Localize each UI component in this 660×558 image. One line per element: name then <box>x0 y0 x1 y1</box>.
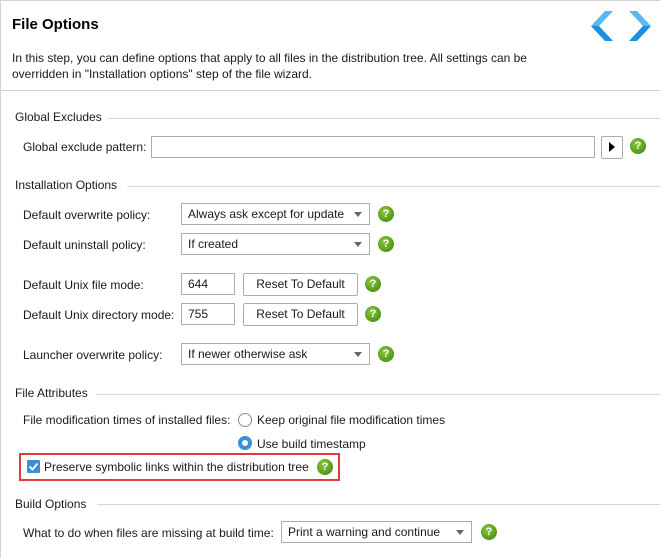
section-divider <box>107 118 660 119</box>
help-icon[interactable]: ? <box>317 459 333 475</box>
chevron-down-icon <box>456 530 464 535</box>
global-exclude-label: Global exclude pattern: <box>23 140 147 154</box>
page-description: In this step, you can define options tha… <box>12 51 527 81</box>
overwrite-policy-label: Default overwrite policy: <box>23 208 151 222</box>
checkmark-icon <box>28 462 39 471</box>
help-icon[interactable]: ? <box>481 524 497 540</box>
radio-use-build-timestamp[interactable] <box>238 436 252 450</box>
reset-file-mode-button[interactable]: Reset To Default <box>243 273 358 296</box>
launcher-overwrite-select[interactable]: If newer otherwise ask <box>181 343 370 365</box>
help-icon[interactable]: ? <box>365 306 381 322</box>
reset-dir-mode-button[interactable]: Reset To Default <box>243 303 358 326</box>
missing-files-value: Print a warning and continue <box>288 525 441 539</box>
insert-variable-button[interactable] <box>601 136 623 159</box>
unix-file-mode-input[interactable] <box>181 273 235 295</box>
missing-files-select[interactable]: Print a warning and continue <box>281 521 472 543</box>
section-divider <box>97 504 660 505</box>
help-icon[interactable]: ? <box>365 276 381 292</box>
preserve-symlinks-label[interactable]: Preserve symbolic links within the distr… <box>44 460 309 474</box>
chevron-left-icon <box>591 11 613 41</box>
mod-times-label: File modification times of installed fil… <box>23 413 231 427</box>
nav-back-button[interactable] <box>589 9 615 43</box>
launcher-overwrite-label: Launcher overwrite policy: <box>23 348 163 362</box>
preserve-symlinks-checkbox[interactable] <box>27 460 40 473</box>
section-divider <box>97 394 660 395</box>
uninstall-policy-label: Default uninstall policy: <box>23 238 146 252</box>
radio-use-build-label[interactable]: Use build timestamp <box>257 437 366 451</box>
section-file-attributes: File Attributes <box>15 386 88 400</box>
unix-dir-mode-label: Default Unix directory mode: <box>23 308 175 322</box>
unix-dir-mode-input[interactable] <box>181 303 235 325</box>
section-build-options: Build Options <box>15 497 87 511</box>
chevron-down-icon <box>354 242 362 247</box>
unix-file-mode-label: Default Unix file mode: <box>23 278 144 292</box>
uninstall-policy-value: If created <box>188 237 239 251</box>
radio-keep-original-label[interactable]: Keep original file modification times <box>257 413 445 427</box>
chevron-down-icon <box>354 352 362 357</box>
page-title: File Options <box>12 16 99 33</box>
section-installation-options: Installation Options <box>15 178 118 192</box>
radio-keep-original-times[interactable] <box>238 413 252 427</box>
global-exclude-input[interactable] <box>151 136 595 158</box>
nav-forward-button[interactable] <box>627 9 653 43</box>
overwrite-policy-select[interactable]: Always ask except for update <box>181 203 370 225</box>
chevron-down-icon <box>354 212 362 217</box>
section-divider <box>127 186 660 187</box>
uninstall-policy-select[interactable]: If created <box>181 233 370 255</box>
overwrite-policy-value: Always ask except for update <box>188 207 345 221</box>
section-global-excludes: Global Excludes <box>15 110 102 124</box>
chevron-right-icon <box>629 11 651 41</box>
help-icon[interactable]: ? <box>378 206 394 222</box>
triangle-right-icon <box>609 142 615 152</box>
missing-files-label: What to do when files are missing at bui… <box>23 526 274 540</box>
help-icon[interactable]: ? <box>378 346 394 362</box>
header: File Options In this step, you can defin… <box>1 1 660 91</box>
launcher-overwrite-value: If newer otherwise ask <box>188 347 308 361</box>
help-icon[interactable]: ? <box>378 236 394 252</box>
help-icon[interactable]: ? <box>630 138 646 154</box>
